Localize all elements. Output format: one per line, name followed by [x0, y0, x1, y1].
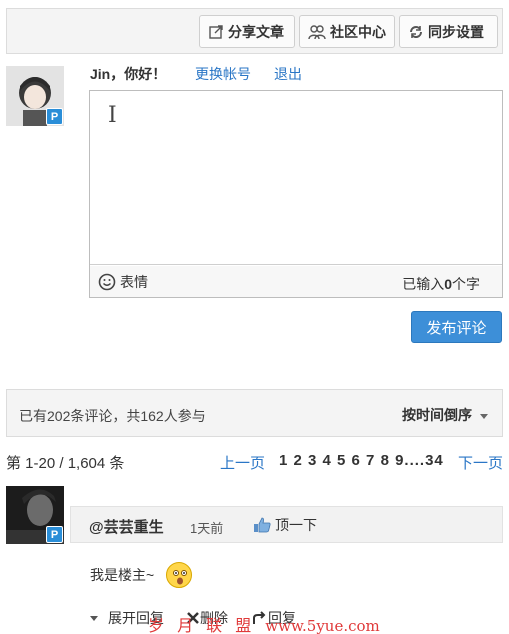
next-page-link[interactable]: 下一页	[458, 452, 503, 473]
comment-text: 我是楼主~	[90, 567, 155, 583]
sort-dropdown[interactable]: 按时间倒序	[402, 405, 488, 425]
platform-badge-icon: P	[46, 108, 63, 125]
smiley-icon	[98, 273, 116, 291]
chevron-down-icon	[480, 413, 488, 419]
pagination-info: 第 1-20 / 1,604 条	[6, 455, 125, 472]
char-count-value: 0	[444, 276, 452, 292]
comment-body: 我是楼主~	[90, 562, 193, 588]
commenter-badge-icon: P	[46, 526, 63, 543]
share-icon	[209, 24, 223, 39]
commenter-avatar[interactable]: P	[6, 486, 64, 544]
user-avatar[interactable]: P	[6, 66, 64, 126]
emoji-button[interactable]: 表情	[98, 272, 148, 292]
site-watermark: 岁 月 联 盟 www.5yue.com	[148, 612, 380, 634]
page-numbers[interactable]: 1 2 3 4 5 6 7 8 9....34	[279, 452, 444, 469]
char-count: 已输入0个字	[402, 274, 480, 294]
comment-textarea[interactable]: I	[90, 91, 502, 265]
community-icon	[308, 24, 326, 39]
share-article-button[interactable]: 分享文章	[199, 15, 295, 48]
comment-time: 1天前	[190, 521, 224, 536]
editor-footer: 表情 已输入0个字	[90, 266, 502, 297]
greeting-text: Jin，你好！	[90, 66, 167, 82]
upvote-button[interactable]: 顶一下	[253, 515, 317, 535]
text-cursor: I	[108, 103, 117, 128]
comment-stats-text: 已有202条评论，共162人参与	[19, 408, 206, 424]
emoji-label: 表情	[120, 274, 148, 290]
watermark-url: www.5yue.com	[265, 617, 380, 634]
top-toolbar: 分享文章 社区中心 同步设置	[6, 8, 503, 54]
prev-page-link[interactable]: 上一页	[220, 452, 265, 473]
comment-author[interactable]: @芸芸重生	[89, 516, 164, 537]
pagination: 第 1-20 / 1,604 条 上一页 1 2 3 4 5 6 7 8 9..…	[6, 452, 503, 472]
share-article-label: 分享文章	[228, 23, 284, 40]
watermark-text: 岁 月 联 盟	[148, 616, 256, 634]
community-center-button[interactable]: 社区中心	[299, 15, 395, 48]
comment-stats-bar: 已有202条评论，共162人参与 按时间倒序	[6, 389, 503, 437]
sync-settings-label: 同步设置	[428, 23, 484, 40]
comment-header: @芸芸重生 1天前 顶一下	[70, 506, 503, 543]
community-center-label: 社区中心	[330, 23, 386, 40]
char-count-suffix: 个字	[452, 276, 480, 292]
switch-account-link[interactable]: 更换帐号	[195, 64, 251, 84]
logout-link[interactable]: 退出	[274, 64, 302, 84]
thumbs-up-icon	[254, 517, 271, 533]
shocked-emoji-icon	[166, 562, 193, 588]
sync-settings-button[interactable]: 同步设置	[399, 15, 498, 48]
char-count-prefix: 已输入	[402, 276, 445, 292]
upvote-label: 顶一下	[275, 517, 317, 533]
sync-icon	[410, 25, 422, 38]
sort-label: 按时间倒序	[402, 407, 472, 423]
comment-editor: I 表情 已输入0个字	[89, 90, 503, 298]
caret-down-icon	[90, 615, 98, 621]
publish-comment-button[interactable]: 发布评论	[411, 311, 502, 343]
